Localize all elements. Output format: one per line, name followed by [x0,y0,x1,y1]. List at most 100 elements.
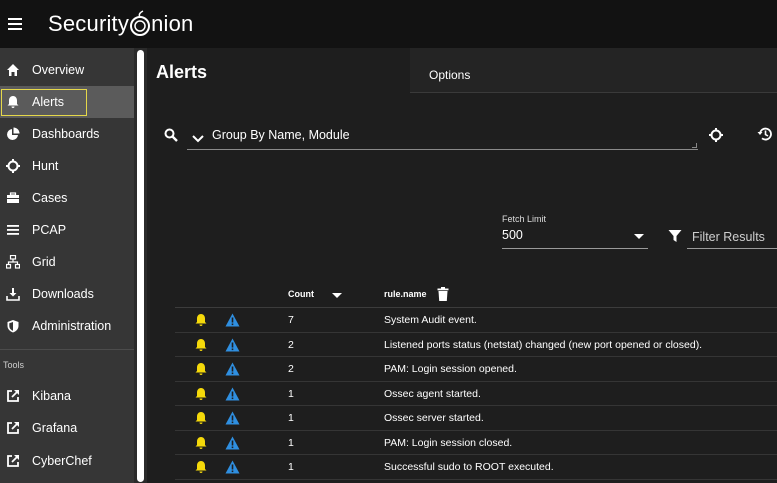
history-icon[interactable] [757,126,773,147]
security-onion-logo: Security nion [48,10,193,38]
sidebar-item-alerts[interactable]: Alerts [0,86,134,118]
table-row[interactable]: 1 Ossec server started. [175,406,777,431]
table-row[interactable]: 1 Successful sudo to ROOT executed. [175,455,777,480]
external-link-icon [6,421,20,435]
alerts-table: Count rule.name 7 System Audit event. 2 Lis… [175,284,777,480]
warning-icon[interactable] [225,436,240,455]
filter-icon [668,229,682,248]
column-header-rule-name[interactable]: rule.name [384,289,427,299]
table-header: Count rule.name [175,284,777,308]
bell-icon[interactable] [194,362,208,381]
sidebar-item-hunt[interactable]: Hunt [0,150,134,182]
row-count: 2 [288,338,294,351]
sidebar-item-label: Administration [32,319,112,333]
sidebar-item-overview[interactable]: Overview [0,54,134,86]
row-rule-name: System Audit event. [384,314,477,326]
bell-icon[interactable] [194,387,208,406]
external-link-icon [6,454,20,468]
onion-logo-icon [129,10,151,38]
search-icon[interactable] [164,128,178,147]
sidebar-item-label: Cases [32,191,68,205]
external-link-icon [6,389,20,403]
focus-outline [1,89,87,116]
bell-icon[interactable] [194,460,208,479]
pie-chart-icon [6,127,20,141]
table-row[interactable]: 1 PAM: Login session closed. [175,431,777,455]
warning-icon[interactable] [225,411,240,430]
page-title: Alerts [156,62,208,82]
row-count: 1 [288,436,294,449]
sidebar-item-label: PCAP [32,223,67,237]
warning-icon[interactable] [225,362,240,381]
sidebar-divider [0,349,134,350]
row-rule-name: Ossec server started. [384,412,484,424]
query-input[interactable]: Group By Name, Module [187,120,698,150]
sidebar-item-grid[interactable]: Grid [0,246,134,278]
query-text: Group By Name, Module [212,128,350,142]
fetch-limit-value: 500 [502,228,523,242]
bell-icon[interactable] [194,338,208,357]
menu-icon[interactable] [0,0,30,48]
table-row[interactable]: 1 Ossec agent started. [175,382,777,406]
scrollbar-thumb[interactable] [137,50,144,482]
row-rule-name: Ossec agent started. [384,387,481,400]
row-count: 2 [288,363,294,375]
options-panel-header[interactable]: Options [410,48,777,93]
sidebar-item-administration[interactable]: Administration [0,310,134,342]
options-label: Options [429,68,471,82]
query-bar: Group By Name, Module [147,120,777,156]
row-count: 1 [288,387,294,400]
column-header-count[interactable]: Count [288,289,314,299]
sidebar: Overview Alerts Dashboards Hunt Cases PC… [0,48,147,483]
sidebar-item-downloads[interactable]: Downloads [0,278,134,310]
sidebar-item-cases[interactable]: Cases [0,182,134,214]
top-app-bar: Security nion [0,0,777,48]
sidebar-item-grafana[interactable]: Grafana [0,412,134,444]
crosshairs-icon[interactable] [709,128,723,147]
table-row[interactable]: 7 System Audit event. [175,308,777,333]
warning-icon[interactable] [225,460,240,479]
bell-icon[interactable] [194,436,208,455]
caret-down-icon [634,234,644,239]
download-icon [6,287,20,301]
bell-icon[interactable] [194,313,208,332]
sidebar-item-label: Hunt [32,159,59,173]
row-rule-name: Listened ports status (netstat) changed … [384,338,703,351]
sidebar-item-label: CyberChef [32,454,92,468]
filter-results-input[interactable] [687,226,777,248]
fetch-limit-label: Fetch Limit [502,214,547,224]
sidebar-item-label: Overview [32,63,85,77]
crosshairs-icon [6,159,20,173]
filter-results-field[interactable] [687,226,777,249]
sidebar-item-kibana[interactable]: Kibana [0,380,134,412]
row-rule-name: PAM: Login session closed. [384,436,513,449]
sitemap-icon [6,255,20,269]
shield-icon [6,319,20,333]
table-row[interactable]: 2 Listened ports status (netstat) changed… [175,333,777,357]
briefcase-icon [6,191,20,205]
sidebar-item-label: Grid [32,255,56,269]
trash-icon[interactable] [437,287,449,306]
fetch-limit-select[interactable]: 500 [502,226,648,249]
lines-icon [6,223,20,237]
brand-left: Security [48,11,130,36]
sidebar-scrollbar[interactable] [134,48,147,483]
warning-icon[interactable] [225,338,240,357]
bell-icon[interactable] [194,411,208,430]
row-rule-name: PAM: Login session opened. [384,363,517,375]
sidebar-item-cyberchef[interactable]: CyberChef [0,445,134,477]
sidebar-item-pcap[interactable]: PCAP [0,214,134,246]
main-content: Alerts Options Group By Name, Module Fet… [147,48,777,483]
brand-right: nion [151,11,194,36]
tools-heading: Tools [3,360,25,370]
sidebar-item-label: Kibana [32,389,71,403]
resize-handle[interactable] [692,143,697,148]
row-count: 1 [288,412,294,424]
sort-desc-icon[interactable] [332,293,342,298]
warning-icon[interactable] [225,313,240,332]
chevron-down-icon[interactable] [192,130,204,148]
table-row[interactable]: 2 PAM: Login session opened. [175,357,777,382]
warning-icon[interactable] [225,387,240,406]
sidebar-item-dashboards[interactable]: Dashboards [0,118,134,150]
row-rule-name: Successful sudo to ROOT executed. [384,461,554,473]
